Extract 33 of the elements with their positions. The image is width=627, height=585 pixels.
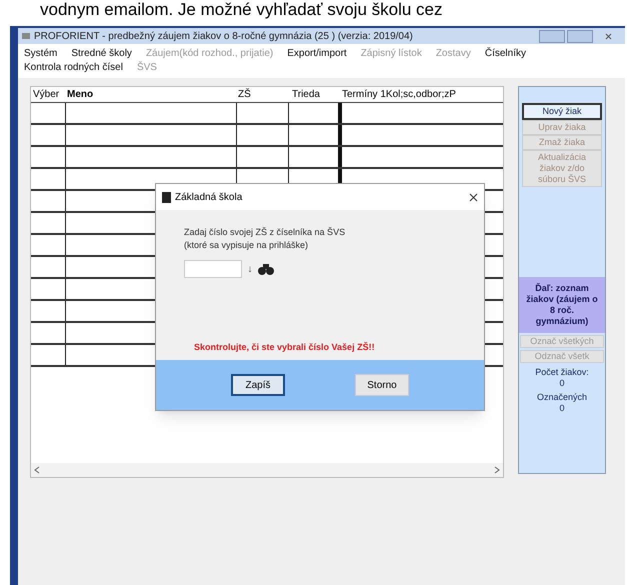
- marked-value: 0: [558, 403, 566, 414]
- prompt-text: Zadaj číslo svojej ZŠ z číselníka na ŠVS: [184, 226, 346, 239]
- marked-label: Označených: [536, 392, 588, 403]
- close-icon[interactable]: [469, 192, 478, 202]
- scroll-left-icon[interactable]: [34, 466, 40, 474]
- close-icon: [604, 32, 612, 40]
- prompt-note: (ktoré sa vypisuje na prihláške): [184, 239, 310, 252]
- column-header: Výber: [32, 88, 60, 102]
- side-button[interactable]: Nový žiak: [522, 103, 602, 120]
- next-button[interactable]: Ďaľ: zoznam žiakov (záujem o 8 roč. gymnázium): [519, 277, 605, 333]
- warning-text: Skontrolujte, či ste vybrali číslo Vašej ZŠ!!: [194, 340, 376, 354]
- dialog-title: Základná škola: [175, 190, 244, 204]
- menu-item[interactable]: Systém: [24, 47, 58, 61]
- scroll-right-icon[interactable]: [494, 466, 500, 474]
- count-label: Počet žiakov:: [534, 367, 590, 378]
- dropdown-button[interactable]: ↓: [244, 260, 256, 278]
- menu-item[interactable]: Kontrola rodných čísel: [24, 61, 123, 75]
- window-title: PROFORIENT - predbežný záujem žiakov o 8-ročné gymnázia (25 ) (verzia: 2019/04): [34, 30, 414, 44]
- binoculars-icon[interactable]: [258, 262, 274, 276]
- dialog-button[interactable]: Zapíš: [231, 374, 285, 396]
- menu-item[interactable]: Číselníky: [484, 47, 526, 61]
- school-number-field[interactable]: [184, 260, 242, 278]
- count-value: 0: [558, 378, 566, 389]
- column-header: Meno: [66, 88, 94, 102]
- app-icon: [21, 31, 31, 41]
- menu-item[interactable]: Stredné školy: [71, 47, 132, 61]
- menu-item[interactable]: Export/import: [287, 47, 347, 61]
- column-header: Termíny 1Kol;sc,odbor;zP: [341, 88, 457, 102]
- column-header: Trieda: [291, 88, 321, 102]
- caption: vodnym emailom. Je možné vyhľadať svoju školu cez: [39, 0, 443, 21]
- book-icon: [162, 192, 171, 202]
- dialog-button[interactable]: Storno: [355, 374, 409, 396]
- column-header: ZŠ: [237, 87, 252, 102]
